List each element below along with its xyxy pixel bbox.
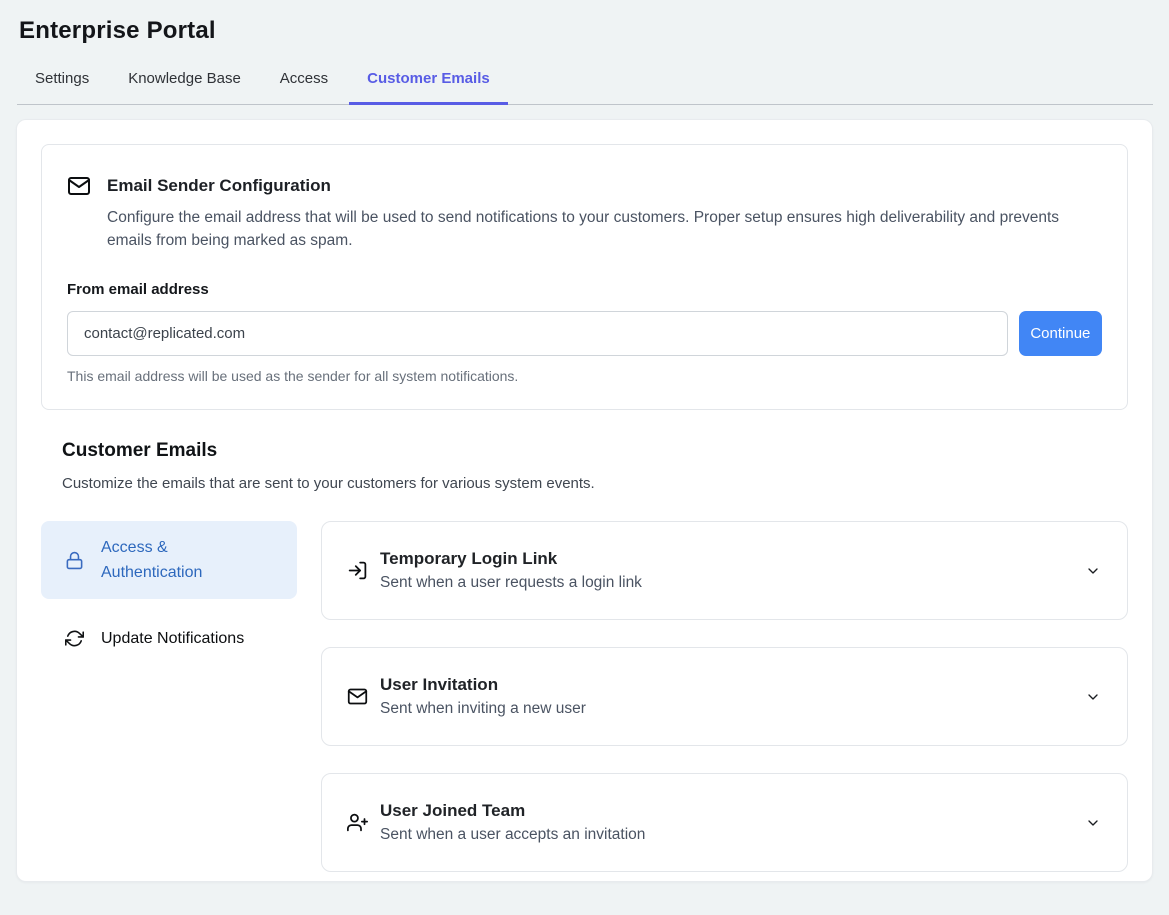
email-card-title: User Joined Team: [380, 801, 645, 821]
customer-emails-title: Customer Emails: [62, 440, 1128, 462]
email-sender-config-card: Email Sender Configuration Configure the…: [41, 144, 1128, 410]
from-email-label: From email address: [67, 281, 1102, 298]
sidebar-item-label: Access & Authentication: [101, 535, 256, 585]
sender-config-title: Email Sender Configuration: [107, 176, 331, 196]
email-template-list: Temporary Login Link Sent when a user re…: [321, 521, 1128, 872]
sender-config-description: Configure the email address that will be…: [107, 206, 1072, 252]
sidebar-item-update-notifications[interactable]: Update Notifications: [41, 612, 297, 665]
chevron-down-icon[interactable]: [1085, 815, 1101, 831]
sidebar-item-label: Update Notifications: [101, 626, 244, 651]
email-category-nav: Access & Authentication Update Notificat…: [41, 521, 297, 665]
email-card-subtitle: Sent when a user accepts an invitation: [380, 826, 645, 844]
user-plus-icon: [347, 812, 368, 833]
customer-emails-description: Customize the emails that are sent to yo…: [62, 475, 1128, 492]
mail-icon: [67, 174, 91, 198]
chevron-down-icon[interactable]: [1085, 689, 1101, 705]
sender-helper-text: This email address will be used as the s…: [67, 368, 1102, 384]
email-card-user-joined-team[interactable]: User Joined Team Sent when a user accept…: [321, 773, 1128, 872]
lock-icon: [65, 551, 84, 570]
tab-bar: Settings Knowledge Base Access Customer …: [17, 65, 1153, 105]
email-card-temporary-login-link[interactable]: Temporary Login Link Sent when a user re…: [321, 521, 1128, 620]
email-card-user-invitation[interactable]: User Invitation Sent when inviting a new…: [321, 647, 1128, 746]
tab-customer-emails[interactable]: Customer Emails: [349, 65, 508, 105]
continue-button[interactable]: Continue: [1019, 311, 1102, 356]
email-card-title: User Invitation: [380, 675, 586, 695]
login-icon: [347, 560, 368, 581]
email-card-subtitle: Sent when a user requests a login link: [380, 574, 642, 592]
from-email-input[interactable]: [67, 311, 1008, 356]
refresh-icon: [65, 629, 84, 648]
tab-knowledge-base[interactable]: Knowledge Base: [110, 65, 259, 105]
sidebar-item-access-authentication[interactable]: Access & Authentication: [41, 521, 297, 599]
tab-access[interactable]: Access: [262, 65, 346, 105]
email-card-subtitle: Sent when inviting a new user: [380, 700, 586, 718]
tab-settings[interactable]: Settings: [17, 65, 107, 105]
page-title: Enterprise Portal: [19, 17, 1169, 45]
main-panel: Email Sender Configuration Configure the…: [16, 119, 1153, 882]
email-card-title: Temporary Login Link: [380, 549, 642, 569]
chevron-down-icon[interactable]: [1085, 563, 1101, 579]
mail-icon: [347, 686, 368, 707]
